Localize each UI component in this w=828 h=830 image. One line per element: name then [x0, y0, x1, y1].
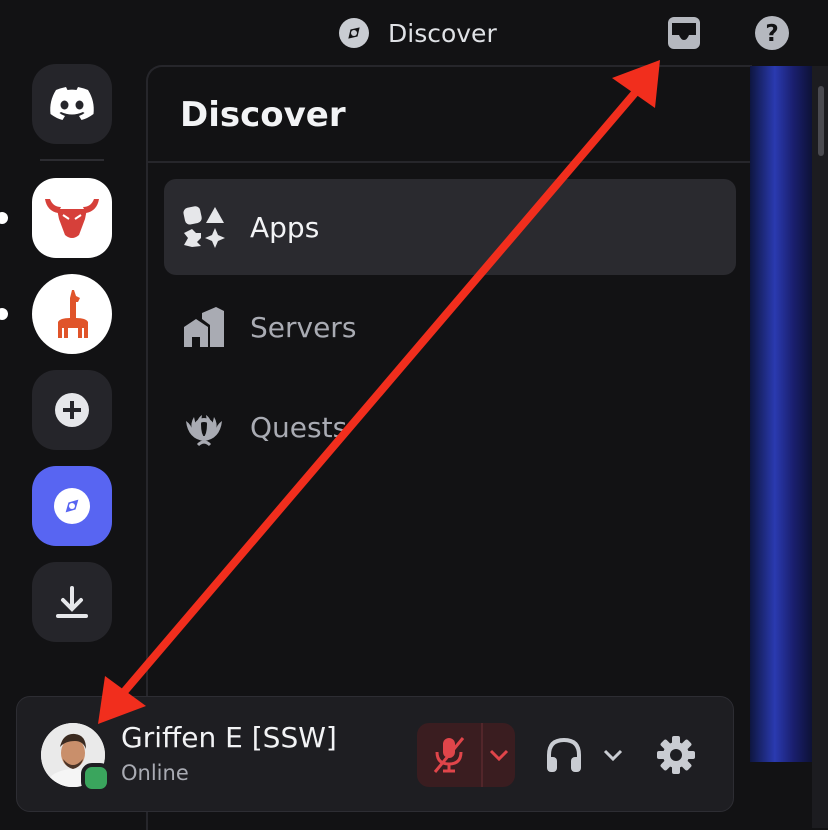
servers-icon — [184, 307, 224, 347]
user-settings-button[interactable] — [651, 723, 701, 787]
scrollbar[interactable] — [812, 66, 828, 828]
nav-item-label: Servers — [250, 310, 357, 344]
add-server-icon — [55, 393, 89, 427]
headphones-icon — [547, 737, 581, 772]
nav-item-servers[interactable]: Servers — [164, 279, 736, 375]
inbox-icon[interactable] — [666, 15, 702, 51]
nav-item-label: Quests — [250, 410, 348, 444]
quests-icon — [186, 415, 222, 447]
status-indicator — [81, 763, 111, 793]
content-banner — [750, 66, 812, 762]
chevron-down-icon — [603, 749, 623, 761]
user-status: Online — [121, 761, 189, 785]
mute-button[interactable] — [417, 723, 481, 787]
divider — [148, 161, 752, 163]
mic-muted-icon — [433, 737, 465, 773]
rail-separator — [40, 159, 104, 161]
discord-logo-icon — [50, 87, 94, 120]
add-server-button[interactable] — [32, 370, 112, 450]
compass-icon — [339, 18, 369, 48]
download-icon — [56, 586, 88, 618]
nav-item-quests[interactable]: Quests — [164, 379, 736, 475]
nav-item-apps[interactable]: Apps — [164, 179, 736, 275]
unread-indicator — [0, 308, 8, 320]
scroll-thumb[interactable] — [818, 86, 824, 156]
discover-compass-icon — [54, 488, 90, 524]
svg-text:?: ? — [765, 21, 778, 47]
apps-icon — [183, 206, 225, 248]
chevron-down-icon — [489, 749, 509, 761]
nav-item-label: Apps — [250, 210, 320, 244]
gear-icon — [657, 736, 695, 774]
header-title-group: Discover — [338, 16, 497, 50]
unread-indicator — [0, 212, 8, 224]
top-bar: Discover ? — [0, 0, 828, 64]
mic-options-button[interactable] — [483, 723, 515, 787]
mic-control — [417, 723, 515, 787]
server-bull[interactable] — [32, 178, 112, 258]
username[interactable]: Griffen E [SSW] — [121, 721, 337, 754]
user-panel: Griffen E [SSW] Online — [16, 696, 734, 812]
direct-messages-button[interactable] — [32, 64, 112, 144]
bull-server-icon — [45, 199, 99, 238]
llama-server-icon — [58, 290, 88, 338]
deafen-button[interactable] — [539, 723, 589, 787]
audio-options-button[interactable] — [599, 723, 627, 787]
server-llama[interactable] — [32, 274, 112, 354]
page-title: Discover — [180, 95, 346, 135]
help-icon[interactable]: ? — [754, 15, 790, 51]
header-title: Discover — [388, 18, 497, 48]
discover-button[interactable] — [32, 466, 112, 546]
download-apps-button[interactable] — [32, 562, 112, 642]
